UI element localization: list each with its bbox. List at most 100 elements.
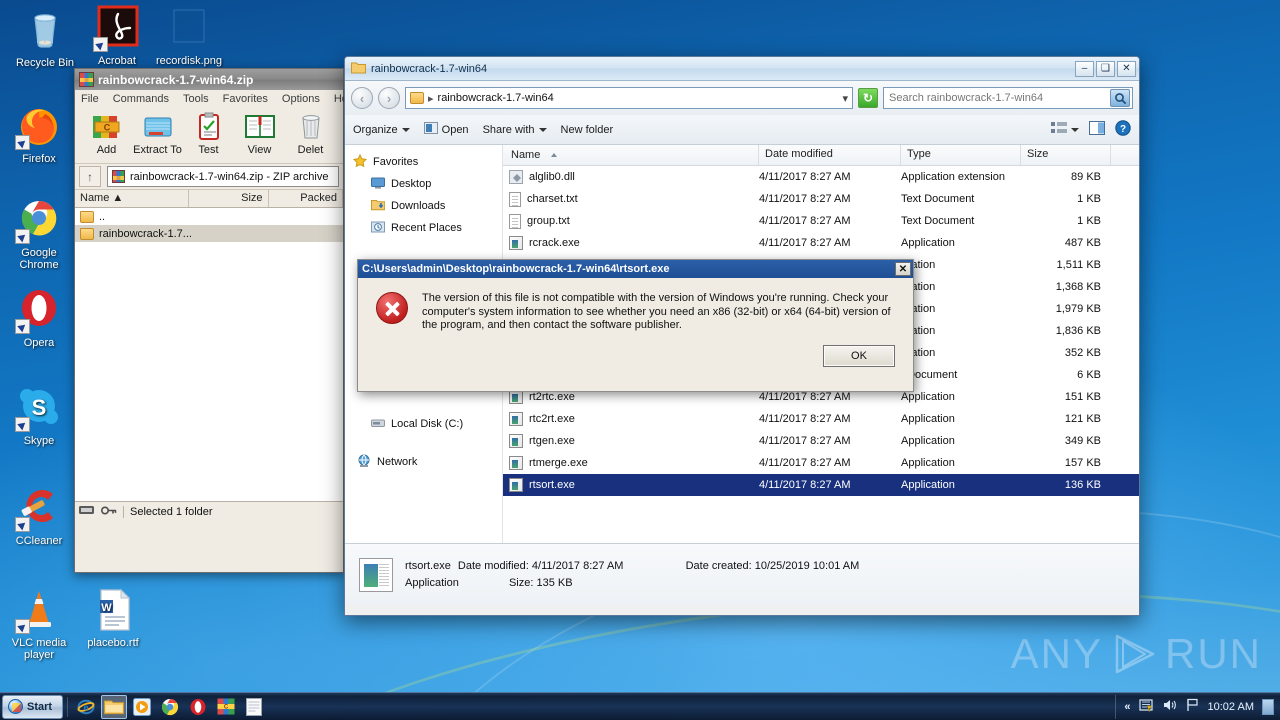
file-list-column-headers[interactable]: Name Date modified Type Size (503, 145, 1139, 166)
menu-item-favorites[interactable]: Favorites (223, 93, 268, 105)
taskbar-button-windows-media-player[interactable] (129, 695, 155, 719)
desktop-icon-vlc[interactable]: VLC media player (2, 586, 76, 661)
column-header-packed[interactable]: Packed (269, 190, 343, 207)
help-button[interactable]: ? (1115, 120, 1131, 139)
explorer-titlebar[interactable]: rainbowcrack-1.7-win64 – ❑ ✕ (345, 57, 1139, 81)
start-button[interactable]: Start (2, 694, 64, 719)
desktop-icon-acrobat[interactable]: Acrobat (80, 4, 154, 67)
table-row[interactable]: rtgen.exe 4/11/2017 8:27 AM Application … (503, 430, 1139, 452)
network-flag-icon[interactable] (1185, 698, 1200, 715)
sidebar-item-favorites[interactable]: Favorites (345, 151, 502, 173)
winrar-path-bar[interactable]: ↑ rainbowcrack-1.7-win64.zip - ZIP archi… (75, 164, 343, 190)
shortcut-arrow-icon (15, 135, 30, 150)
menu-item-file[interactable]: File (81, 93, 99, 105)
sidebar-item-recent-places[interactable]: Recent Places (345, 217, 502, 239)
minimize-button[interactable]: – (1075, 60, 1094, 77)
table-row[interactable]: group.txt 4/11/2017 8:27 AM Text Documen… (503, 210, 1139, 232)
toolbar-new-folder[interactable]: New folder (561, 124, 614, 136)
menu-item-tools[interactable]: Tools (183, 93, 209, 105)
error-dialog[interactable]: C:\Users\admin\Desktop\rainbowcrack-1.7-… (357, 259, 914, 392)
toolbar-organize[interactable]: Organize (353, 124, 410, 136)
taskbar-button-opera[interactable] (185, 695, 211, 719)
sidebar-item-downloads[interactable]: Downloads (345, 195, 502, 217)
table-row[interactable]: rtsort.exe 4/11/2017 8:27 AM Application… (503, 474, 1139, 496)
sidebar-item-local-disk-c[interactable]: Local Disk (C:) (345, 413, 502, 435)
toolbar-button-delete[interactable]: Delet (285, 112, 336, 156)
desktop-icon-firefox[interactable]: Firefox (2, 102, 76, 165)
chevron-right-icon[interactable]: ▸ (428, 92, 434, 105)
close-button[interactable]: ✕ (1117, 60, 1136, 77)
toolbar-button-view[interactable]: View (234, 112, 285, 156)
refresh-button[interactable]: ↻ (858, 88, 878, 108)
taskbar-button-winrar[interactable]: C (213, 695, 239, 719)
chevron-down-icon[interactable]: ▾ (842, 92, 848, 105)
desktop[interactable]: Recycle Bin Acrobat recordisk.png Firefo… (0, 0, 1280, 720)
column-header-size[interactable]: Size (189, 190, 269, 207)
taskbar[interactable]: Start e C « 10:02 AM (0, 692, 1280, 720)
action-center-icon[interactable] (1138, 698, 1154, 716)
winrar-titlebar[interactable]: rainbowcrack-1.7-win64.zip (75, 69, 343, 90)
dialog-titlebar[interactable]: C:\Users\admin\Desktop\rainbowcrack-1.7-… (358, 260, 913, 278)
table-row[interactable]: rcrack.exe 4/11/2017 8:27 AM Application… (503, 232, 1139, 254)
search-icon[interactable] (1110, 89, 1130, 107)
window-controls[interactable]: – ❑ ✕ (1075, 60, 1136, 77)
search-input[interactable]: Search rainbowcrack-1.7-win64 (883, 87, 1133, 109)
up-one-level-button[interactable]: ↑ (79, 166, 101, 187)
volume-icon[interactable] (1162, 698, 1177, 715)
winrar-list-item[interactable]: .. (75, 208, 343, 225)
clock[interactable]: 10:02 AM (1208, 701, 1254, 713)
winrar-file-list[interactable]: .. rainbowcrack-1.7... (75, 208, 343, 502)
column-header-date-modified[interactable]: Date modified (759, 145, 901, 165)
winrar-menubar[interactable]: File Commands Tools Favorites Options He… (75, 90, 356, 108)
table-row[interactable]: rtmerge.exe 4/11/2017 8:27 AM Applicatio… (503, 452, 1139, 474)
sidebar-item-network[interactable]: Network (345, 451, 502, 473)
desktop-icon-recycle-bin[interactable]: Recycle Bin (8, 6, 82, 69)
toolbar-button-add[interactable]: C Add (81, 112, 132, 156)
desktop-icon-opera[interactable]: Opera (2, 286, 76, 349)
taskbar-button-internet-explorer[interactable]: e (73, 695, 99, 719)
table-row[interactable]: alglib0.dll 4/11/2017 8:27 AM Applicatio… (503, 166, 1139, 188)
maximize-button[interactable]: ❑ (1096, 60, 1115, 77)
taskbar-button-google-chrome[interactable] (157, 695, 183, 719)
taskbar-button-notepad[interactable] (241, 695, 267, 719)
winrar-column-headers[interactable]: Name ▲ Size Packed (75, 190, 343, 208)
desktop-icon-ccleaner[interactable]: CCleaner (2, 484, 76, 547)
forward-button[interactable]: › (378, 87, 400, 109)
toolbar-button-test[interactable]: Test (183, 112, 234, 156)
desktop-icon-skype[interactable]: S Skype (2, 384, 76, 447)
desktop-icon-google-chrome[interactable]: Google Chrome (2, 196, 76, 271)
menu-item-commands[interactable]: Commands (113, 93, 169, 105)
toolbar-button-extract-to[interactable]: Extract To (132, 112, 183, 156)
winrar-window[interactable]: rainbowcrack-1.7-win64.zip File Commands… (74, 68, 356, 573)
desktop-icon-recordisk-png[interactable]: recordisk.png (152, 4, 226, 67)
column-header-size[interactable]: Size (1021, 145, 1111, 165)
desktop-icon-placebo-rtf[interactable]: W placebo.rtf (76, 586, 150, 649)
show-desktop-button[interactable] (1262, 698, 1274, 715)
column-header-name[interactable]: Name (503, 145, 759, 165)
winrar-list-item[interactable]: rainbowcrack-1.7... (75, 225, 343, 242)
address-bar[interactable]: ▸ rainbowcrack-1.7-win64 ▾ (405, 87, 853, 109)
toolbar-share-with[interactable]: Share with (483, 124, 547, 136)
close-icon[interactable]: ✕ (895, 262, 911, 276)
preview-pane-button[interactable] (1089, 121, 1105, 138)
menu-item-options[interactable]: Options (282, 93, 320, 105)
table-row[interactable]: charset.txt 4/11/2017 8:27 AM Text Docum… (503, 188, 1139, 210)
sidebar-item-desktop[interactable]: Desktop (345, 173, 502, 195)
column-header-type[interactable]: Type (901, 145, 1021, 165)
taskbar-button-windows-explorer[interactable] (101, 694, 128, 719)
file-type: Text Document (901, 193, 975, 205)
show-hidden-icons-button[interactable]: « (1124, 701, 1130, 713)
desktop-icon-label: Firefox (22, 153, 56, 165)
column-header-name[interactable]: Name ▲ (75, 190, 190, 207)
system-tray[interactable]: « 10:02 AM (1115, 694, 1278, 719)
ok-button[interactable]: OK (823, 344, 895, 367)
back-button[interactable]: ‹ (351, 87, 373, 109)
dialog-buttons[interactable]: OK (358, 333, 913, 367)
winrar-toolbar[interactable]: C Add Extract To Test View Delet (75, 108, 343, 164)
explorer-toolbar[interactable]: Organize Open Share with New folder ? (345, 115, 1139, 145)
view-options-button[interactable] (1051, 121, 1079, 138)
archive-path-combo[interactable]: rainbowcrack-1.7-win64.zip - ZIP archive (107, 166, 339, 187)
toolbar-open[interactable]: Open (423, 121, 469, 138)
explorer-address-row[interactable]: ‹ › ▸ rainbowcrack-1.7-win64 ▾ ↻ Search … (345, 81, 1139, 115)
table-row[interactable]: rtc2rt.exe 4/11/2017 8:27 AM Application… (503, 408, 1139, 430)
